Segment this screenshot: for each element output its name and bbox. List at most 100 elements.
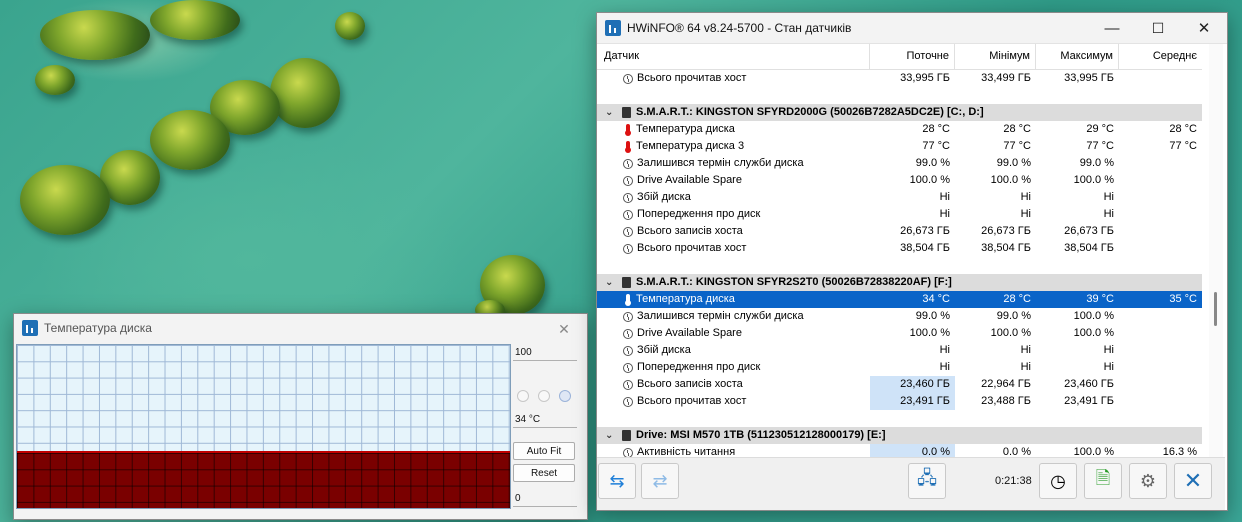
chevron-down-icon[interactable]: ⌄ (605, 274, 619, 291)
chevron-down-icon[interactable]: ⌄ (605, 427, 619, 444)
sensor-group-header[interactable]: ⌄ S.M.A.R.T.: KINGSTON SFYR2S2T0 (50026B7… (597, 274, 1202, 291)
wallpaper-tree (150, 0, 240, 40)
sensor-min-value: 23,488 ГБ (981, 395, 1031, 407)
main-titlebar[interactable]: HWiNFO® 64 v8.24-5700 - Стан датчиків — … (597, 13, 1227, 44)
table-row[interactable]: Попередження про диск Ні Ні Ні (597, 206, 1202, 223)
vertical-scrollbar[interactable] (1209, 44, 1223, 457)
sensor-avg-value: 77 °C (1169, 140, 1197, 152)
table-row[interactable]: Всього записів хоста 26,673 ГБ 26,673 ГБ 26… (597, 223, 1202, 240)
sensor-current-value: 26,673 ГБ (900, 225, 950, 237)
collapse-icon[interactable]: ⇄ (641, 463, 679, 499)
bottom-toolbar: ⇆ ⇄ 🖧 0:21:38 ◷ 🗎 ⚙ ✕ (597, 457, 1225, 510)
sensor-max-value: 100.0 % (1073, 327, 1114, 339)
table-row[interactable]: Температура диска 34 °C 28 °C 39 °C 35 °C (597, 291, 1202, 308)
sensor-min-value: 33,499 ГБ (981, 72, 1031, 84)
sensor-max-value: 23,460 ГБ (1064, 378, 1114, 390)
close-icon[interactable]: ✕ (1181, 13, 1227, 43)
column-header-maximum[interactable]: Максимум (1036, 44, 1119, 69)
minimize-icon[interactable]: — (1089, 13, 1135, 43)
auto-fit-button[interactable]: Auto Fit (513, 442, 575, 460)
clock-icon (623, 209, 633, 220)
sensor-group-header[interactable]: ⌄ S.M.A.R.T.: KINGSTON SFYRD2000G (50026B… (597, 104, 1202, 121)
table-row[interactable]: Температура диска 3 77 °C 77 °C 77 °C 77 °C (597, 138, 1202, 155)
sensor-avg-value (1119, 155, 1202, 172)
sensor-min-value: Ні (1020, 344, 1031, 356)
graph-mode-radio-2[interactable] (538, 390, 550, 402)
table-row[interactable]: Збій диска Ні Ні Ні (597, 189, 1202, 206)
clock-icon[interactable]: ◷ (1039, 463, 1077, 499)
sensor-avg-value: 35 °C (1169, 293, 1197, 305)
table-row[interactable]: Всього прочитав хост 33,995 ГБ 33,499 ГБ 33… (597, 70, 1202, 87)
sensor-max-value: 77 °C (1086, 140, 1114, 152)
table-row[interactable]: Всього прочитав хост 23,491 ГБ 23,488 ГБ 23… (597, 393, 1202, 410)
main-title: HWiNFO® 64 v8.24-5700 - Стан датчиків (627, 21, 852, 35)
sensor-name: Всього прочитав хост (637, 72, 747, 84)
disk-icon (622, 107, 631, 118)
network-icon[interactable]: 🖧 (908, 463, 946, 499)
sensor-group-label: S.M.A.R.T.: KINGSTON SFYR2S2T0 (50026B72… (636, 276, 952, 288)
close-icon[interactable]: ✕ (1174, 463, 1212, 499)
sensor-min-value: 26,673 ГБ (981, 225, 1031, 237)
graph-mode-radio-1[interactable] (517, 390, 529, 402)
maximize-icon[interactable]: ☐ (1135, 13, 1181, 43)
table-row[interactable]: Всього прочитав хост 38,504 ГБ 38,504 ГБ 38… (597, 240, 1202, 257)
sensor-current-value: 23,460 ГБ (870, 376, 955, 393)
sensor-min-value: 77 °C (1003, 140, 1031, 152)
graph-current-value: 34 °C (513, 413, 577, 428)
column-header-current[interactable]: Поточне (870, 44, 955, 69)
expand-collapse-icon[interactable]: ⇆ (598, 463, 636, 499)
sensor-current-value: Ні (939, 191, 950, 203)
column-header-sensor[interactable]: Датчик (597, 44, 870, 69)
sensor-name: Температура диска (636, 123, 735, 135)
hwinfo-main-window: HWiNFO® 64 v8.24-5700 - Стан датчиків — … (596, 12, 1228, 511)
graph-mode-radio-3[interactable] (559, 390, 571, 402)
table-row[interactable]: Всього записів хоста 23,460 ГБ 22,964 ГБ 23… (597, 376, 1202, 393)
table-row[interactable]: Залишився термін служби диска 99.0 % 99.0 … (597, 308, 1202, 325)
graph-min-field[interactable]: 0 (513, 492, 577, 507)
sensor-group-label: Drive: MSI M570 1TB (511230512128000179)… (636, 429, 886, 441)
sensor-current-value: 34 °C (922, 293, 950, 305)
sensor-current-value: 23,491 ГБ (870, 393, 955, 410)
table-row[interactable]: Попередження про диск Ні Ні Ні (597, 359, 1202, 376)
clock-icon (623, 226, 633, 237)
wallpaper-tree (20, 165, 110, 235)
sensor-min-value: 99.0 % (996, 310, 1031, 322)
table-row[interactable]: Температура диска 28 °C 28 °C 29 °C 28 °C (597, 121, 1202, 138)
thermometer-icon (625, 124, 631, 136)
column-header-average[interactable]: Середнє (1119, 44, 1202, 69)
table-row[interactable]: Активність читання 0.0 % 0.0 % 100.0 % 16.3 … (597, 444, 1202, 457)
graph-titlebar[interactable]: Температура диска ✕ (14, 314, 587, 342)
sensor-max-value: 38,504 ГБ (1064, 242, 1114, 254)
reset-button[interactable]: Reset (513, 464, 575, 482)
sensor-max-value: 100.0 % (1073, 174, 1114, 186)
report-icon[interactable]: 🗎 (1084, 463, 1122, 499)
hwinfo-app-icon (605, 20, 621, 36)
table-row[interactable]: Drive Available Spare 100.0 % 100.0 % 100.0… (597, 172, 1202, 189)
sensor-min-value: 22,964 ГБ (981, 378, 1031, 390)
sensor-name: Всього записів хоста (637, 225, 743, 237)
scrollbar-thumb[interactable] (1214, 292, 1217, 326)
table-spacer (597, 257, 1202, 274)
table-row[interactable]: Drive Available Spare 100.0 % 100.0 % 100.0… (597, 325, 1202, 342)
sensor-table-body: Всього прочитав хост 33,995 ГБ 33,499 ГБ 33… (597, 70, 1202, 457)
sensor-avg-value: 28 °C (1169, 123, 1197, 135)
close-icon[interactable]: ✕ (541, 314, 587, 344)
sensor-avg-value (1119, 393, 1202, 410)
table-row[interactable]: Збій диска Ні Ні Ні (597, 342, 1202, 359)
clock-icon (623, 362, 633, 373)
sensor-name: Збій диска (637, 344, 691, 356)
sensor-max-value: 99.0 % (1079, 157, 1114, 169)
sensor-max-value: Ні (1103, 344, 1114, 356)
sensor-avg-value (1119, 325, 1202, 342)
sensor-current-value: Ні (939, 361, 950, 373)
column-header-minimum[interactable]: Мінімум (955, 44, 1036, 69)
settings-icon[interactable]: ⚙ (1129, 463, 1167, 499)
chevron-down-icon[interactable]: ⌄ (605, 104, 619, 121)
wallpaper-tree (270, 58, 340, 128)
sensor-name: Активність читання (637, 446, 736, 457)
graph-max-field[interactable]: 100 (513, 346, 577, 361)
sensor-group-header[interactable]: ⌄ Drive: MSI M570 1TB (511230512128000179… (597, 427, 1202, 444)
table-row[interactable]: Залишився термін служби диска 99.0 % 99.0 … (597, 155, 1202, 172)
thermometer-icon (625, 294, 631, 306)
sensor-name: Попередження про диск (637, 208, 761, 220)
